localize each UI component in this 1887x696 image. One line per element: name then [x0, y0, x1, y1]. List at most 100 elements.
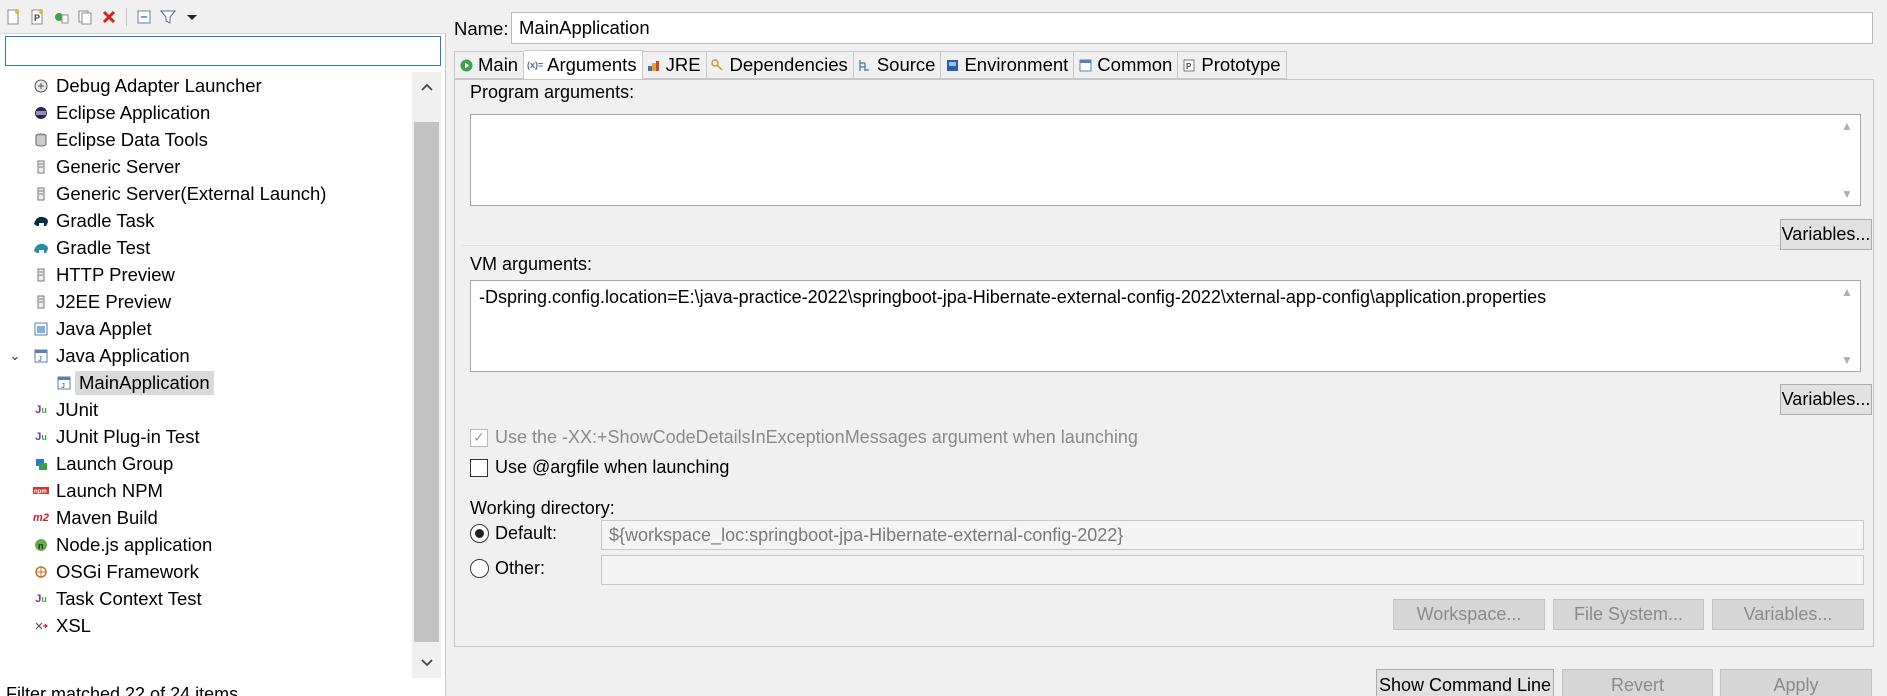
tree-item-generic-server-external[interactable]: Generic Server(External Launch): [33, 180, 326, 207]
tree-item-xsl[interactable]: XSL: [33, 612, 91, 639]
tree-item-mainapplication[interactable]: J MainApplication: [56, 369, 214, 396]
tree-item-generic-server[interactable]: Generic Server: [33, 153, 180, 180]
delete-icon[interactable]: [100, 8, 118, 26]
launch-group-icon: [33, 456, 49, 472]
collapse-all-icon[interactable]: [135, 8, 153, 26]
junit-icon: Ju: [35, 403, 47, 416]
jre-tab-icon: [647, 58, 661, 72]
tree-item-label: J2EE Preview: [56, 290, 172, 312]
tree-item-label: Node.js application: [56, 533, 213, 555]
scroll-up-icon[interactable]: ▲: [1841, 119, 1853, 133]
tree-item-label: Maven Build: [56, 506, 158, 528]
svg-text:P: P: [1186, 62, 1192, 71]
tab-common[interactable]: Common: [1074, 51, 1179, 79]
scroll-down-icon[interactable]: [412, 648, 441, 678]
revert-button[interactable]: Revert: [1562, 669, 1713, 696]
tree-item-debug-adapter-launcher[interactable]: Debug Adapter Launcher: [33, 72, 262, 99]
scroll-down-icon[interactable]: ▼: [1841, 353, 1853, 367]
scroll-up-icon[interactable]: [412, 72, 441, 102]
tree-item-eclipse-application[interactable]: Eclipse Application: [33, 99, 210, 126]
default-radio[interactable]: [470, 524, 489, 543]
scrollbar-thumb[interactable]: [414, 122, 439, 642]
argfile-checkbox-row[interactable]: Use @argfile when launching: [470, 457, 729, 478]
tree-item-label: Java Application: [56, 344, 190, 366]
launch-config-toolbar: P: [0, 0, 446, 34]
tree-item-launch-group[interactable]: Launch Group: [33, 450, 173, 477]
name-label: Name:: [454, 18, 509, 39]
junit-icon: Ju: [35, 430, 47, 443]
program-arguments-group: Program arguments: ▲ ▼ Variables...: [462, 82, 1872, 250]
tree-item-http-preview[interactable]: HTTP Preview: [33, 261, 175, 288]
junit-icon: Ju: [35, 592, 47, 605]
server-icon: [33, 186, 49, 202]
tree-item-junit[interactable]: Ju JUnit: [33, 396, 98, 423]
scroll-up-icon[interactable]: ▲: [1841, 285, 1853, 299]
tree-item-label: Launch NPM: [56, 479, 163, 501]
tab-dependencies[interactable]: Dependencies: [706, 51, 854, 79]
file-system-button[interactable]: File System...: [1553, 599, 1704, 630]
tree-item-osgi-framework[interactable]: OSGi Framework: [33, 558, 199, 585]
tree-item-nodejs-application[interactable]: n Node.js application: [33, 531, 212, 558]
tree-item-label: HTTP Preview: [56, 263, 175, 285]
other-radio-row[interactable]: Other:: [470, 558, 545, 579]
config-name-input[interactable]: [511, 12, 1873, 44]
workspace-button[interactable]: Workspace...: [1393, 599, 1545, 630]
argfile-checkbox[interactable]: [470, 458, 488, 477]
argfile-label: Use @argfile when launching: [495, 457, 730, 477]
vm-arguments-textarea[interactable]: -Dspring.config.location=E:\java-practic…: [470, 280, 1861, 372]
new-config-icon[interactable]: [4, 8, 22, 26]
tree-item-launch-npm[interactable]: npm Launch NPM: [33, 477, 163, 504]
vm-arguments-label: VM arguments:: [470, 254, 593, 274]
tab-label: Dependencies: [729, 54, 848, 75]
vm-variables-button[interactable]: Variables...: [1780, 384, 1872, 415]
working-directory-label: Working directory:: [470, 498, 615, 518]
tree-item-task-context-test[interactable]: Ju Task Context Test: [33, 585, 201, 612]
apply-button[interactable]: Apply: [1720, 669, 1872, 696]
tree-item-gradle-test[interactable]: Gradle Test: [33, 234, 150, 261]
scroll-down-icon[interactable]: ▼: [1841, 187, 1853, 201]
program-variables-button[interactable]: Variables...: [1780, 219, 1872, 250]
tree-item-junit-plugin-test[interactable]: Ju JUnit Plug-in Test: [33, 423, 199, 450]
show-code-details-checkbox[interactable]: ✓: [470, 428, 488, 447]
export-icon[interactable]: [52, 8, 70, 26]
tab-source[interactable]: Source: [853, 51, 942, 79]
tab-prototype[interactable]: P Prototype: [1178, 51, 1287, 79]
tree-item-label: Generic Server(External Launch): [56, 182, 327, 204]
tree-item-java-applet[interactable]: Java Applet: [33, 315, 152, 342]
tree-scrollbar[interactable]: [412, 72, 441, 678]
tab-arguments[interactable]: (x)= Arguments: [524, 50, 643, 80]
chevron-down-icon[interactable]: ⌄: [9, 342, 21, 369]
svg-text:npm: npm: [34, 489, 47, 495]
other-radio[interactable]: [470, 559, 489, 578]
tree-item-java-application[interactable]: J Java Application: [33, 342, 190, 369]
textarea-scrollbar[interactable]: ▲ ▼: [1834, 115, 1860, 205]
show-code-details-checkbox-row[interactable]: ✓ Use the -XX:+ShowCodeDetailsInExceptio…: [470, 427, 1138, 448]
launch-config-tree: Debug Adapter Launcher Eclipse Applicati…: [0, 72, 412, 678]
new-prototype-icon[interactable]: P: [28, 8, 46, 26]
directory-variables-button[interactable]: Variables...: [1712, 599, 1864, 630]
tree-item-maven-build[interactable]: m2 Maven Build: [33, 504, 158, 531]
program-arguments-textarea[interactable]: ▲ ▼: [470, 114, 1861, 206]
tree-item-label: Launch Group: [56, 452, 174, 474]
tree-item-j2ee-preview[interactable]: J2EE Preview: [33, 288, 171, 315]
tab-environment[interactable]: Environment: [941, 51, 1075, 79]
view-menu-icon[interactable]: [183, 8, 201, 26]
filter-icon[interactable]: [159, 8, 177, 26]
tab-jre[interactable]: JRE: [642, 51, 707, 79]
duplicate-icon[interactable]: [76, 8, 94, 26]
launch-config-editor: Name: Main (x)= Arguments JRE Dependenci…: [447, 0, 1887, 696]
tree-item-label: Gradle Task: [56, 209, 155, 231]
default-radio-row[interactable]: Default:: [470, 523, 557, 544]
filter-input[interactable]: [5, 36, 441, 66]
tab-label: Arguments: [547, 54, 637, 75]
other-directory-field[interactable]: [601, 555, 1864, 585]
tab-main[interactable]: Main: [454, 51, 525, 79]
tree-item-eclipse-data-tools[interactable]: Eclipse Data Tools: [33, 126, 208, 153]
tree-item-gradle-task[interactable]: Gradle Task: [33, 207, 154, 234]
show-command-line-button[interactable]: Show Command Line: [1376, 669, 1554, 696]
tree-item-label: Debug Adapter Launcher: [56, 74, 262, 96]
tree-item-label: Generic Server: [56, 155, 181, 177]
debug-adapter-icon: [33, 78, 49, 94]
tree-item-label: XSL: [56, 614, 91, 636]
textarea-scrollbar[interactable]: ▲ ▼: [1834, 281, 1860, 371]
